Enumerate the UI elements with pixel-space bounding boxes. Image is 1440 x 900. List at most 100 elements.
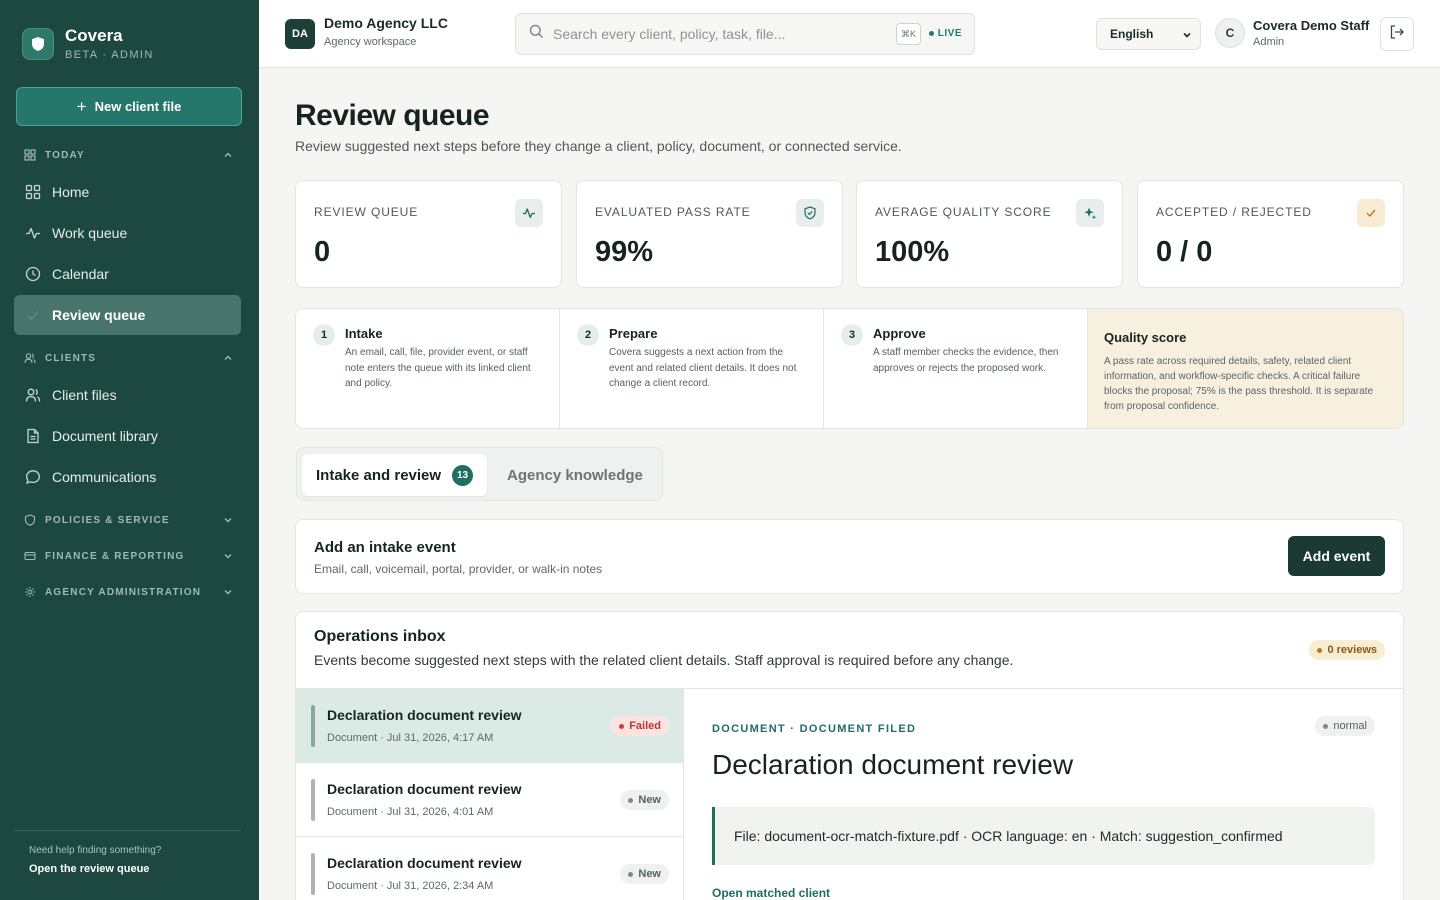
sidebar-item-home[interactable]: Home	[14, 172, 241, 212]
brand[interactable]: Covera BETA · ADMIN	[22, 26, 154, 61]
sparkle-icon	[1076, 199, 1104, 227]
topbar: DA Demo Agency LLC Agency workspace Sear…	[259, 0, 1440, 68]
reviews-count-badge: 0 reviews	[1309, 640, 1385, 660]
event-detail-panel: DOCUMENT · DOCUMENT FILED normal Declara…	[685, 689, 1403, 900]
activity-icon	[25, 225, 41, 241]
open-review-queue-link[interactable]: Open the review queue	[29, 863, 241, 875]
step-approve: 3 Approve A staff member checks the evid…	[824, 309, 1088, 428]
intake-event-card: Add an intake event Email, call, voicema…	[295, 519, 1404, 594]
check-icon	[25, 307, 41, 323]
inbox-subtitle: Events become suggested next steps with …	[314, 652, 1014, 668]
sidebar-item-work-queue[interactable]: Work queue	[14, 213, 241, 253]
language-select[interactable]: English	[1096, 18, 1201, 50]
step-title: Approve	[873, 326, 926, 341]
nav-group-policies[interactable]: POLICIES & SERVICE	[24, 510, 233, 530]
shield-icon	[24, 514, 36, 526]
search-icon	[529, 24, 544, 44]
chevron-down-icon	[223, 515, 233, 525]
keyboard-shortcut-badge: ⌘K	[895, 23, 921, 45]
step-intake: 1 Intake An email, call, file, provider …	[296, 309, 560, 428]
step-number: 3	[841, 324, 863, 346]
add-event-button[interactable]: Add event	[1288, 536, 1385, 576]
sidebar-item-label: Review queue	[52, 307, 146, 323]
stat-value: 99%	[595, 236, 654, 268]
live-label: LIVE	[937, 28, 962, 39]
status-dot-icon	[1323, 723, 1329, 729]
status-dot-icon	[1317, 647, 1323, 653]
page-title: Review queue	[295, 99, 490, 132]
user-avatar[interactable]: C	[1215, 18, 1245, 48]
sidebar-item-label: Communications	[52, 469, 157, 485]
step-title: Prepare	[609, 326, 658, 341]
brand-sub: BETA · ADMIN	[65, 49, 154, 61]
stat-value: 0 / 0	[1156, 236, 1213, 268]
new-client-file-button[interactable]: + New client file	[16, 87, 242, 126]
stat-card-quality-score: AVERAGE QUALITY SCORE 100%	[856, 180, 1123, 288]
shield-logo-icon	[22, 27, 54, 60]
chevron-up-icon	[223, 150, 233, 160]
row-meta: Document · Jul 31, 2026, 2:34 AM	[327, 880, 494, 892]
sidebar-footer: Need help finding something? Open the re…	[14, 830, 241, 875]
live-indicator: LIVE	[928, 28, 962, 39]
nav-group-finance[interactable]: FINANCE & REPORTING	[24, 546, 233, 566]
sidebar: Covera BETA · ADMIN + New client file TO…	[0, 0, 259, 900]
priority-label: normal	[1333, 720, 1367, 732]
intake-title: Add an intake event	[314, 539, 456, 556]
list-item[interactable]: Declaration document review Document · J…	[296, 689, 684, 763]
tab-label: Agency knowledge	[507, 466, 643, 484]
quality-text: A pass rate across required details, saf…	[1104, 356, 1374, 412]
open-matched-client-link[interactable]: Open matched client	[712, 886, 830, 900]
row-meta: Document · Jul 31, 2026, 4:17 AM	[327, 732, 494, 744]
brand-name: Covera	[65, 26, 123, 45]
chat-bubble-icon	[25, 469, 41, 485]
grid-icon	[24, 149, 36, 161]
users-icon	[24, 352, 36, 364]
sidebar-item-client-files[interactable]: Client files	[14, 375, 241, 415]
user-role: Admin	[1253, 36, 1285, 48]
nav-group-clients[interactable]: CLIENTS	[24, 348, 233, 368]
quality-score-panel: Quality score A pass rate across require…	[1088, 309, 1403, 428]
step-text: An email, call, file, provider event, or…	[345, 347, 531, 389]
nav-group-label: CLIENTS	[45, 352, 97, 364]
intake-subtitle: Email, call, voicemail, portal, provider…	[314, 562, 603, 576]
stat-value: 0	[314, 236, 331, 268]
stat-card-pass-rate: EVALUATED PASS RATE 99%	[576, 180, 843, 288]
tab-intake-and-review[interactable]: Intake and review 13	[302, 454, 488, 496]
list-item[interactable]: Declaration document review Document · J…	[296, 763, 684, 837]
stat-label: AVERAGE QUALITY SCORE	[875, 205, 1052, 219]
user-name[interactable]: Covera Demo Staff	[1253, 18, 1369, 33]
row-indicator	[311, 705, 315, 747]
row-title: Declaration document review	[327, 855, 522, 871]
agency-name[interactable]: Demo Agency LLC	[324, 15, 448, 31]
status-dot-icon	[619, 723, 625, 729]
nav-group-admin[interactable]: AGENCY ADMINISTRATION	[24, 582, 233, 602]
step-title: Intake	[345, 326, 383, 341]
status-label: New	[638, 794, 661, 806]
plus-icon: +	[76, 96, 87, 116]
status-badge: New	[620, 790, 669, 810]
agency-avatar[interactable]: DA	[285, 19, 315, 49]
row-indicator	[311, 779, 315, 821]
list-item[interactable]: Declaration document review Document · J…	[296, 837, 684, 900]
global-search-input[interactable]: Search every client, policy, task, file.…	[515, 13, 975, 55]
sidebar-item-communications[interactable]: Communications	[14, 457, 241, 497]
credit-card-icon	[24, 550, 36, 562]
tab-agency-knowledge[interactable]: Agency knowledge	[493, 454, 657, 496]
shield-check-icon	[796, 199, 824, 227]
sidebar-item-document-library[interactable]: Document library	[14, 416, 241, 456]
logout-button[interactable]	[1380, 17, 1414, 51]
gear-icon	[24, 586, 36, 598]
nav-group-label: POLICIES & SERVICE	[45, 514, 170, 526]
logout-icon	[1389, 24, 1405, 45]
nav-group-today[interactable]: TODAY	[24, 145, 233, 165]
step-number: 1	[313, 324, 335, 346]
stat-value: 100%	[875, 236, 950, 268]
activity-icon	[515, 199, 543, 227]
row-indicator	[311, 853, 315, 895]
reviews-count-label: 0 reviews	[1327, 644, 1377, 656]
sidebar-item-calendar[interactable]: Calendar	[14, 254, 241, 294]
sidebar-item-review-queue[interactable]: Review queue	[14, 295, 241, 335]
sidebar-item-label: Home	[52, 184, 90, 200]
priority-badge: normal	[1315, 716, 1375, 736]
sidebar-item-label: Work queue	[52, 225, 128, 241]
